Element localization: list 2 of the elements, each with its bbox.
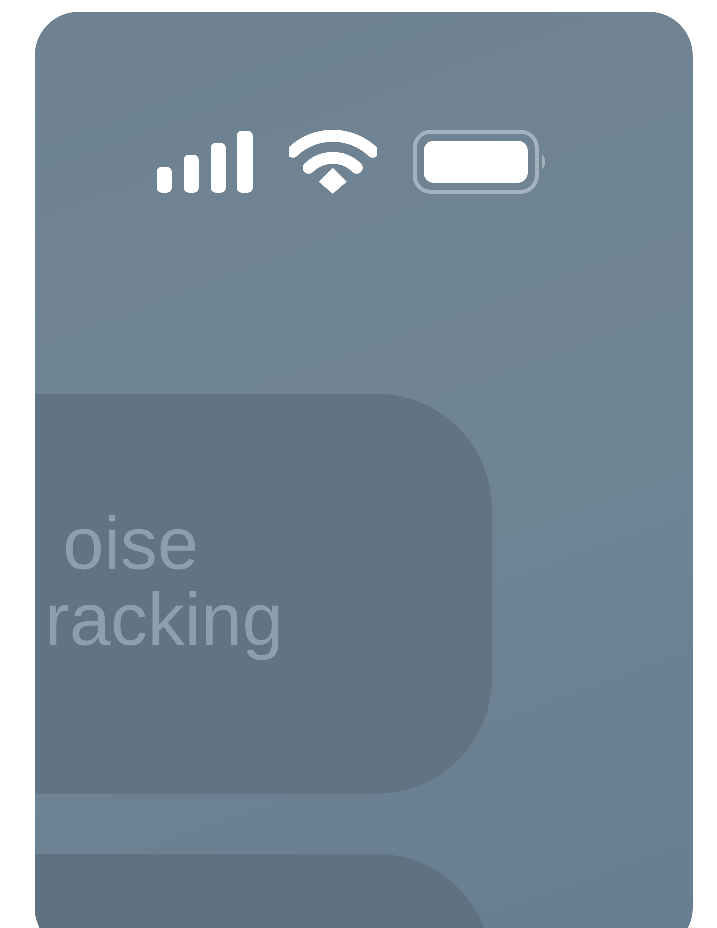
wifi-icon bbox=[289, 130, 377, 194]
signal-icon bbox=[157, 131, 253, 193]
